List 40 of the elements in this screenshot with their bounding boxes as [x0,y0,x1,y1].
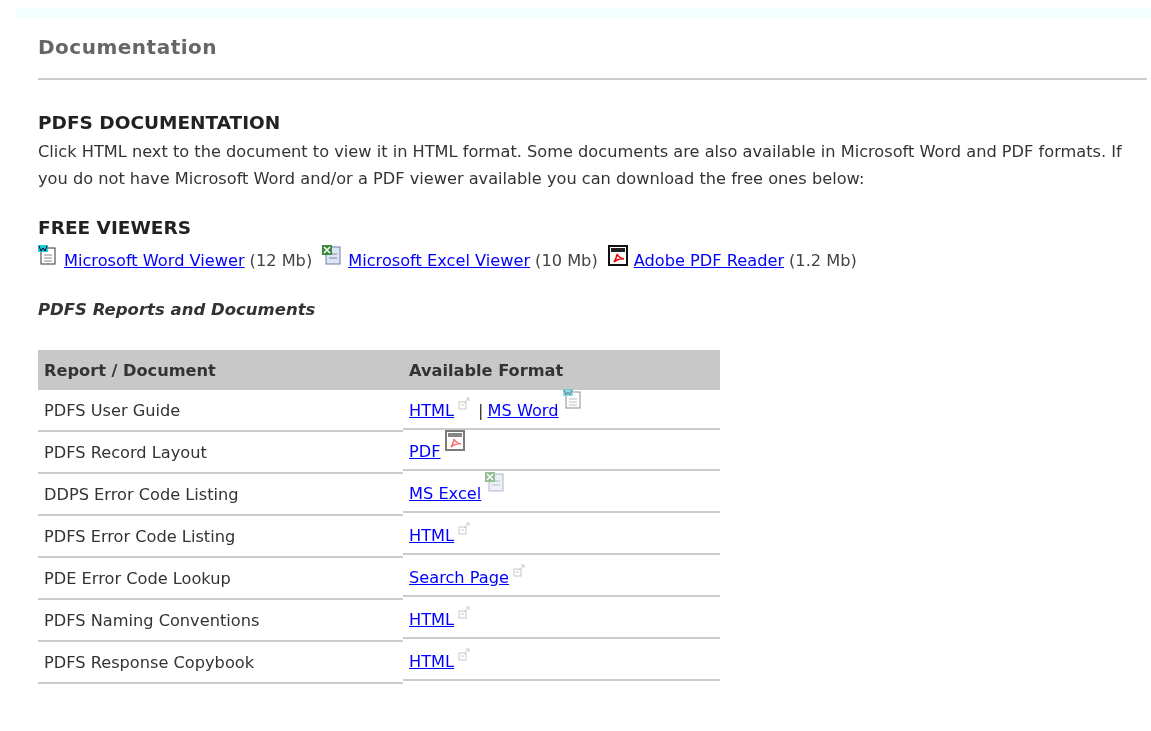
spreadsheet-icon [485,472,506,493]
download-link[interactable]: Adobe PDF Reader [633,251,785,270]
word-document-icon [38,245,58,266]
external-link-icon [458,522,471,535]
format-link[interactable]: MS Excel [409,484,482,503]
column-header: Report / Document [38,350,403,390]
file-size: (12 Mb) [249,251,313,270]
format-link[interactable]: Search Page [409,568,509,587]
table-cell: PDFS Record Layout [38,431,403,473]
external-link-icon [458,606,471,619]
section-heading: PDFS DOCUMENTATION [38,111,282,135]
section-heading: FREE VIEWERS [38,216,193,240]
download-link[interactable]: Microsoft Excel Viewer [348,251,531,270]
word-document-icon [562,389,583,410]
intro-paragraph: Click HTML next to the document to view it in HTML format. Some documents are also available in Microsoft Word and PDF formats. If you do not have Microsoft Word and/or a PDF viewer available you can download the free ones below: [38,141,1123,190]
table-cell: DDPS Error Code Listing [38,473,403,515]
format-link[interactable]: HTML [409,526,455,545]
table-cell: PDFS Error Code Listing [38,515,403,557]
external-link-icon [458,648,471,661]
external-link-icon [512,564,525,577]
format-link[interactable]: MS Word [487,401,559,420]
file-size: (10 Mb) [535,251,598,270]
table-cell: PDE Error Code Lookup [38,557,403,599]
table-cell: PDFS Response Copybook [38,641,403,683]
format-link[interactable]: HTML [409,401,455,420]
page-title: Documentation [38,34,219,61]
file-size: (1.2 Mb) [789,251,857,270]
external-link-icon [458,397,471,410]
table-caption: PDFS Reports and Documents [38,300,317,319]
column-header: Available Format [403,350,720,390]
format-link[interactable]: HTML [409,652,455,671]
spreadsheet-icon [322,245,343,266]
pdf-document-icon [607,245,628,266]
separator: | [478,401,484,420]
pdf-document-icon [444,430,465,451]
download-link[interactable]: Microsoft Word Viewer [64,251,245,270]
table-cell: PDFS Naming Conventions [38,599,403,641]
table-cell: PDFS User Guide [38,390,403,431]
format-link[interactable]: PDF [409,442,441,461]
format-link[interactable]: HTML [409,610,455,629]
